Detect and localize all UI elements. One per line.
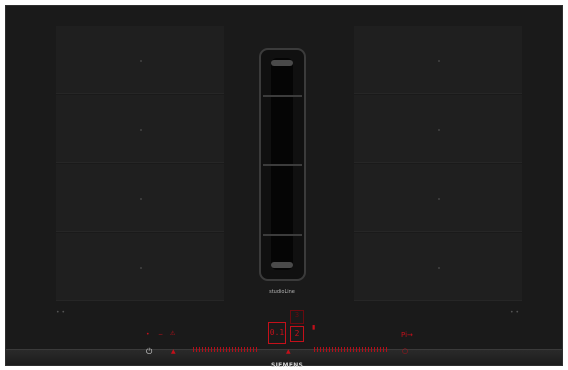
left-zone-4 (56, 233, 224, 301)
center-display-right[interactable]: 2 (290, 326, 304, 342)
left-zone-2 (56, 95, 224, 163)
cooktop-surface: • • • • studioLine • − ⚠ 3 0.1 2 ▮ Pi→ ⏻… (5, 5, 563, 369)
left-indicator-minus[interactable]: − (158, 332, 163, 338)
left-zone-1 (56, 26, 224, 94)
left-zone-3 (56, 164, 224, 232)
brand-logo: SIEMENS (271, 362, 304, 369)
center-display-left[interactable]: 0.1 (268, 322, 286, 344)
fan-level-marker[interactable]: ▮ (312, 325, 315, 331)
right-cooking-area (354, 26, 522, 302)
vent-grille-bar (263, 234, 302, 236)
downdraft-vent (259, 48, 306, 281)
left-cooking-area (56, 26, 224, 302)
vent-grille-bar (263, 164, 302, 166)
vent-cap-bottom (271, 262, 293, 268)
right-zone-1 (354, 26, 522, 94)
right-zone-3 (354, 164, 522, 232)
center-slider-arrow-icon[interactable]: ▲ (286, 349, 291, 355)
power-icon[interactable]: ⏻ (146, 348, 152, 356)
timer-icon[interactable]: ○ (402, 348, 408, 355)
left-slider-arrow-icon[interactable]: ▲ (171, 349, 176, 355)
right-power-slider[interactable] (314, 347, 388, 352)
right-corner-marks: • • (510, 309, 519, 316)
left-corner-marks: • • (56, 309, 65, 316)
warning-icon[interactable]: ⚠ (170, 331, 175, 337)
vent-grille-bar (263, 95, 302, 97)
right-zone-4 (354, 233, 522, 301)
center-display-dim: 3 (290, 310, 304, 324)
left-indicator-dot[interactable]: • (146, 332, 150, 338)
right-mode-label[interactable]: Pi→ (401, 332, 413, 339)
left-power-slider[interactable] (193, 347, 257, 352)
series-label: studioLine (269, 289, 295, 295)
vent-cap-top (271, 60, 293, 66)
right-zone-2 (354, 95, 522, 163)
